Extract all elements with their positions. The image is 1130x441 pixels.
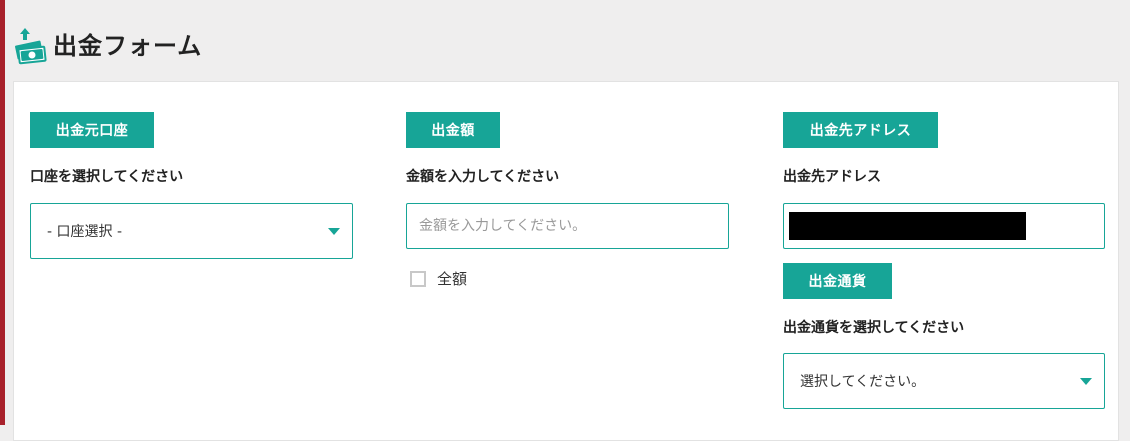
all-amount-checkbox[interactable] <box>410 270 426 287</box>
currency-tag: 出金通貨 <box>783 263 892 299</box>
source-account-tag: 出金元口座 <box>30 112 154 148</box>
redacted-address <box>789 212 1026 240</box>
all-amount-label: 全額 <box>437 270 468 288</box>
destination-address-label: 出金先アドレス <box>783 169 881 185</box>
all-amount-option[interactable]: 全額 <box>410 268 467 289</box>
amount-label: 金額を入力してください <box>406 169 560 185</box>
page-header: 出金フォーム <box>12 26 202 66</box>
left-accent-bar <box>0 0 5 425</box>
currency-select[interactable]: 選択してください。 <box>783 353 1105 409</box>
currency-label: 出金通貨を選択してください <box>783 320 965 336</box>
destination-address-tag: 出金先アドレス <box>783 112 938 148</box>
amount-field[interactable] <box>406 203 729 249</box>
amount-input[interactable] <box>407 204 728 248</box>
source-account-selected-value: - 口座選択 - <box>47 224 123 240</box>
chevron-down-icon <box>328 228 340 235</box>
withdrawal-form-panel: 出金元口座 口座を選択してください - 口座選択 - 出金額 金額を入力してくだ… <box>13 81 1119 441</box>
amount-tag: 出金額 <box>406 112 500 148</box>
page-title: 出金フォーム <box>53 32 203 60</box>
chevron-down-icon <box>1080 378 1092 385</box>
currency-selected-value: 選択してください。 <box>800 374 926 390</box>
source-account-label: 口座を選択してください <box>30 169 184 185</box>
destination-address-field[interactable] <box>783 203 1105 249</box>
source-account-select[interactable]: - 口座選択 - <box>30 203 353 259</box>
money-withdraw-icon <box>12 26 48 66</box>
